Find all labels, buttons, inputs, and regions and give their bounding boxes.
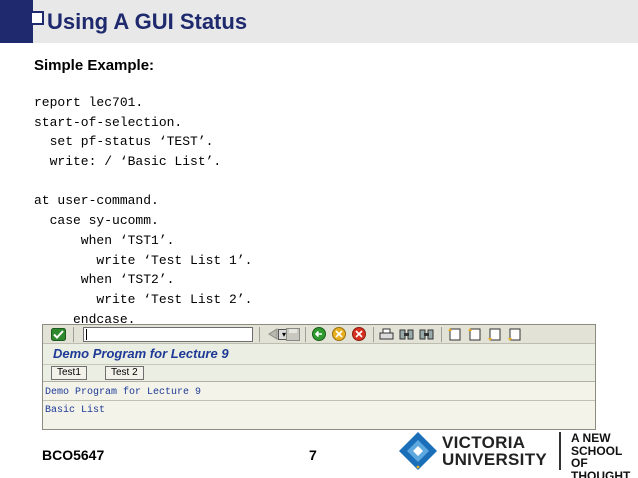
list-output: Demo Program for Lecture 9 Basic List: [43, 381, 595, 429]
sap-gui-window: ▾ Demo Program for Lecture 9 Test1 Test …: [42, 324, 596, 430]
toolbar-separator: [373, 327, 374, 342]
find-next-icon[interactable]: [419, 327, 434, 341]
code-line: report lec701.: [34, 95, 144, 110]
previous-page-icon[interactable]: [467, 327, 482, 341]
course-code: BCO5647: [42, 447, 105, 463]
cancel-icon[interactable]: [351, 327, 366, 341]
code-line: when ‘TST1’.: [34, 232, 175, 248]
next-page-icon[interactable]: [487, 327, 502, 341]
page-number: 7: [309, 447, 317, 463]
code-line: set pf-status ‘TEST’.: [34, 134, 214, 150]
victoria-university-logo-icon: [399, 432, 437, 470]
university-name-line1: VICTORIA: [442, 433, 526, 452]
slide-title-bar: Using A GUI Status: [0, 0, 638, 43]
tagline-line2: SCHOOL OF: [571, 443, 623, 470]
first-page-icon[interactable]: [447, 327, 462, 341]
list-item[interactable]: Basic List: [45, 405, 105, 416]
green-back-icon[interactable]: [311, 327, 326, 341]
branding-divider: [559, 432, 561, 470]
code-line: write: / ‘Basic List’.: [34, 154, 222, 170]
university-name-line2: UNIVERSITY: [442, 450, 548, 469]
code-line: case sy-ucomm.: [34, 213, 159, 229]
program-title: Demo Program for Lecture 9: [53, 346, 229, 361]
toolbar-separator: [305, 327, 306, 342]
standard-toolbar: ▾: [43, 325, 595, 344]
tagline-line1: A NEW: [571, 431, 611, 445]
tagline-line3: THOUGHT: [571, 468, 631, 478]
exit-icon[interactable]: [331, 327, 346, 341]
toolbar-separator: [259, 327, 260, 342]
university-tagline: A NEW SCHOOL OF THOUGHT: [571, 432, 638, 478]
enter-check-icon[interactable]: [51, 327, 66, 341]
back-arrow-icon[interactable]: [265, 327, 280, 341]
slide-subtitle: Simple Example:: [34, 57, 155, 74]
slide-title: Using A GUI Status: [47, 9, 248, 34]
code-line: start-of-selection.: [34, 114, 183, 130]
text-caret: [86, 329, 87, 340]
toolbar-separator: [441, 327, 442, 342]
print-icon[interactable]: [379, 327, 394, 341]
command-field[interactable]: ▾: [83, 327, 290, 342]
toolbar-separator: [73, 327, 74, 342]
title-accent-block: [0, 0, 33, 43]
application-toolbar: Test1 Test 2: [43, 365, 595, 382]
list-header: Demo Program for Lecture 9: [45, 387, 202, 398]
save-icon[interactable]: [285, 327, 300, 341]
list-header-divider: [43, 400, 595, 401]
code-line: write ‘Test List 1’.: [34, 252, 253, 268]
find-icon[interactable]: [399, 327, 414, 341]
code-line: write ‘Test List 2’.: [34, 291, 253, 307]
test2-button[interactable]: Test 2: [105, 366, 144, 380]
last-page-icon[interactable]: [507, 327, 522, 341]
title-bullet-icon: [30, 11, 44, 25]
code-line: at user-command.: [34, 193, 159, 209]
code-line: when ‘TST2’.: [34, 272, 175, 288]
university-name: VICTORIA UNIVERSITY: [442, 434, 547, 468]
code-listing: report lec701. start-of-selection. set p…: [34, 93, 252, 329]
test1-button[interactable]: Test1: [51, 366, 87, 380]
